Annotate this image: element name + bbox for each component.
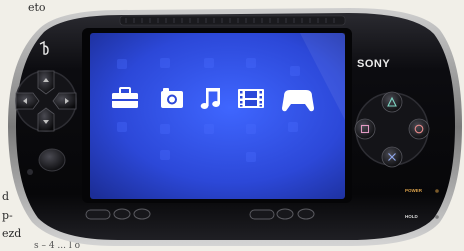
power-label: POWER [405, 188, 423, 193]
hold-led [435, 215, 439, 219]
screen [90, 33, 345, 199]
camera-icon [161, 88, 183, 108]
analog-stick [38, 148, 66, 172]
hold-label: HOLD [405, 214, 418, 219]
film-icon [238, 89, 264, 108]
brand-logo: SONY [357, 58, 391, 70]
speaker-grille [119, 15, 346, 26]
psp-photo [8, 8, 462, 246]
power-led [435, 189, 439, 193]
